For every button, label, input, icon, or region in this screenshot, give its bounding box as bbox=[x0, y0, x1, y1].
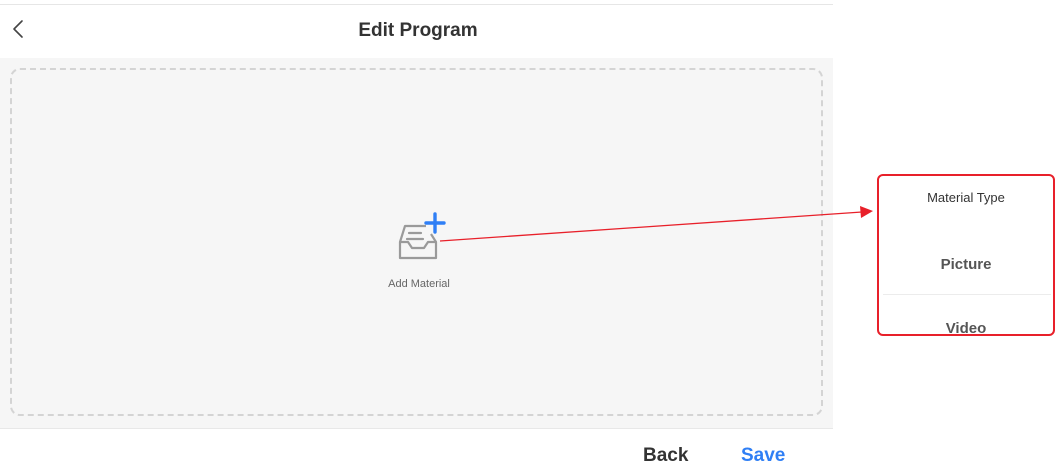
material-type-popup: Material Type Picture Video bbox=[877, 174, 1055, 336]
page-title: Edit Program bbox=[358, 20, 478, 41]
back-chevron-button[interactable] bbox=[8, 18, 30, 40]
chevron-left-icon bbox=[13, 20, 23, 38]
option-picture[interactable]: Picture bbox=[879, 256, 1053, 273]
add-material-label: Add Material bbox=[388, 278, 450, 290]
add-material-button[interactable]: Add Material bbox=[374, 210, 464, 295]
footer-divider bbox=[0, 428, 833, 429]
option-divider bbox=[883, 294, 1051, 295]
top-divider bbox=[0, 4, 833, 5]
option-video[interactable]: Video bbox=[879, 320, 1053, 334]
save-button[interactable]: Save bbox=[741, 445, 785, 467]
popup-title: Material Type bbox=[927, 190, 1005, 205]
page: Edit Program Add Material Back Save Mate… bbox=[0, 0, 1061, 468]
back-button[interactable]: Back bbox=[643, 445, 688, 467]
inbox-plus-icon bbox=[398, 212, 446, 260]
